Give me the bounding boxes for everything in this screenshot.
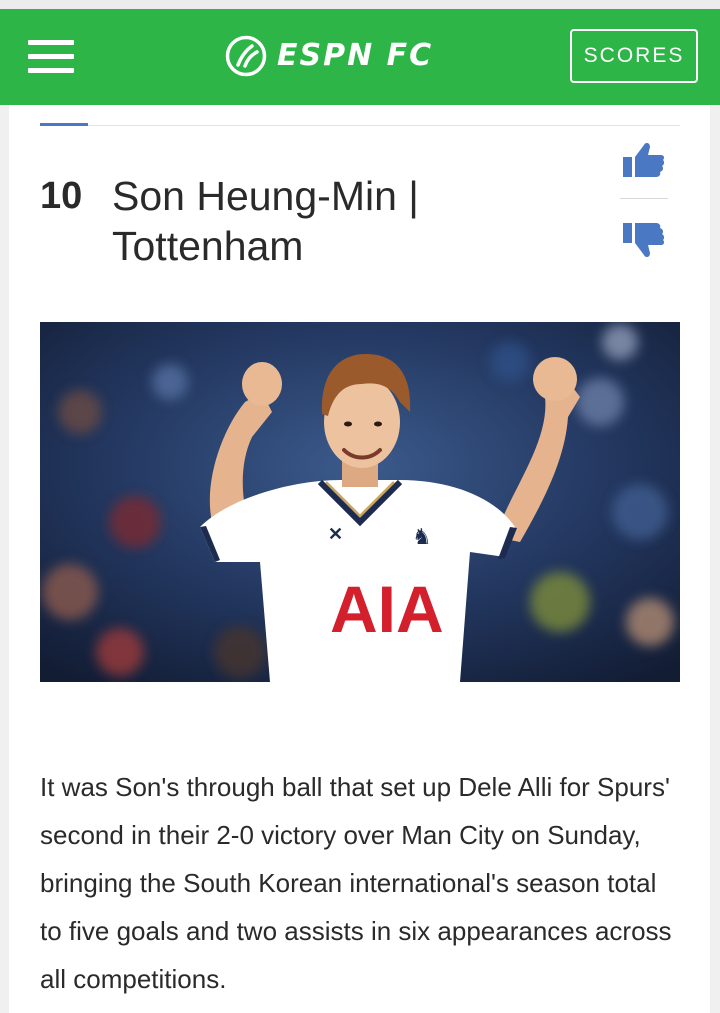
rank-number: 10 <box>40 175 83 217</box>
scores-button[interactable]: SCORES <box>570 29 698 83</box>
article-title: Son Heung-Min | Tottenham <box>112 173 419 269</box>
thumbs-down-icon[interactable] <box>623 219 665 259</box>
section-divider-accent <box>40 123 88 126</box>
thumbs-up-icon[interactable] <box>623 141 665 181</box>
svg-text:✕: ✕ <box>328 524 343 544</box>
player-photo-illustration: ✕ ♞ AIA <box>40 322 680 682</box>
player-photo: ✕ ♞ AIA <box>40 322 680 682</box>
svg-text:♞: ♞ <box>412 524 432 549</box>
shirt-sponsor-text: AIA <box>330 572 444 646</box>
vote-divider <box>620 198 668 199</box>
app-header: ESPN FC SCORES <box>0 9 720 105</box>
section-divider <box>40 125 680 126</box>
article-card: 10 Son Heung-Min | Tottenham ✕ ♞ AIA It … <box>9 105 710 1013</box>
status-bar <box>0 0 720 9</box>
soccer-ball-icon <box>225 35 267 77</box>
logo-text: ESPN FC <box>277 38 434 73</box>
hamburger-menu-icon[interactable] <box>28 40 74 74</box>
espn-fc-logo[interactable]: ESPN FC <box>225 31 433 81</box>
article-body: It was Son's through ball that set up De… <box>40 772 672 994</box>
